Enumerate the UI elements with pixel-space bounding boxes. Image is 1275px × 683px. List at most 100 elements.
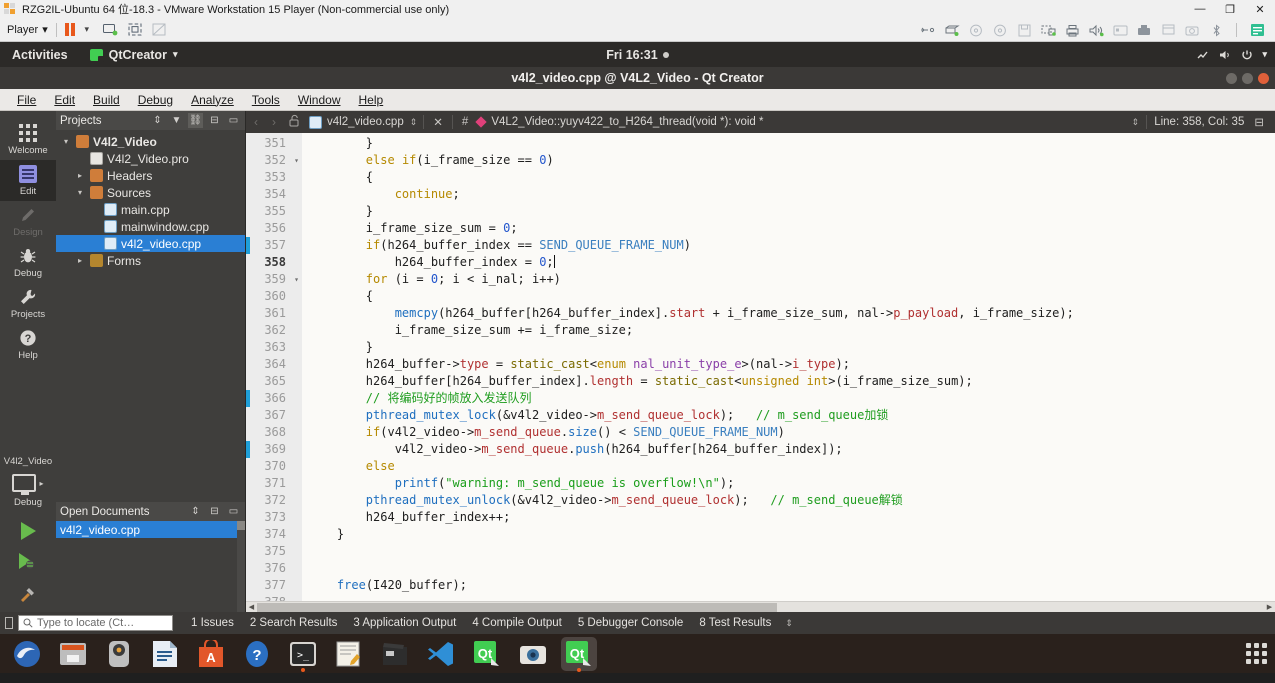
tree-item-sources[interactable]: ▾ Sources (56, 184, 245, 201)
open-documents-list[interactable]: v4l2_video.cpp (56, 521, 245, 612)
output-pane-issues[interactable]: 1 Issues (183, 617, 242, 629)
pause-dropdown-icon[interactable]: ▾ (78, 22, 96, 38)
filter-icon[interactable]: ▼ (169, 113, 184, 128)
code-line[interactable]: } (302, 203, 1275, 220)
scroll-left-icon[interactable]: ◀ (246, 603, 257, 611)
code-line[interactable] (302, 543, 1275, 560)
code-line[interactable]: if(h264_buffer_index == SEND_QUEUE_FRAME… (302, 237, 1275, 254)
kit-selector-button[interactable]: ▸ Debug (0, 469, 56, 512)
vmware-close-button[interactable]: ✕ (1245, 0, 1275, 18)
fullscreen-icon[interactable] (126, 22, 144, 38)
dock-item-qt-assistant[interactable]: Qt (469, 637, 505, 671)
code-line[interactable]: } (302, 135, 1275, 152)
code-line[interactable]: free(I420_buffer); (302, 577, 1275, 594)
code-line[interactable]: // 将编码好的帧放入发送队列 (302, 390, 1275, 407)
camera-icon[interactable] (1183, 22, 1201, 38)
player-menu-button[interactable]: Player ▾ (7, 23, 48, 37)
dock-item-cheese[interactable] (515, 637, 551, 671)
sidebar-item-edit[interactable]: Edit (0, 160, 56, 201)
code-line[interactable]: h264_buffer_index++; (302, 509, 1275, 526)
sort-icon[interactable]: ⇕ (188, 504, 203, 519)
notes-icon[interactable] (1248, 22, 1266, 38)
smartcard-icon[interactable] (1111, 22, 1129, 38)
unlocked-icon[interactable] (286, 114, 303, 130)
link-icon[interactable]: ⛓ (188, 113, 203, 128)
maximize-icon[interactable] (1242, 72, 1253, 84)
file-selector-combo[interactable]: v4l2_video.cpp (309, 115, 404, 129)
code-line[interactable]: if(v4l2_video->m_send_queue.size() < SEN… (302, 424, 1275, 441)
code-line[interactable]: v4l2_video->m_send_queue.push(h264_buffe… (302, 441, 1275, 458)
output-pane-compile-output[interactable]: 4 Compile Output (464, 617, 570, 629)
code-line[interactable]: { (302, 169, 1275, 186)
code-line[interactable]: h264_buffer_index = 0; (302, 254, 1275, 271)
tree-item-v4l2-video-pro[interactable]: V4l2_Video.pro (56, 150, 245, 167)
close-icon[interactable] (1258, 72, 1269, 84)
code-line[interactable]: printf("warning: m_send_queue is overflo… (302, 475, 1275, 492)
code-line[interactable]: pthread_mutex_unlock(&v4l2_video->m_send… (302, 492, 1275, 509)
panel-clock[interactable]: Fri 16:31 (0, 48, 1275, 62)
symbol-selector-combo[interactable]: V4L2_Video::yuyv422_to_H264_thread(void … (491, 116, 763, 128)
minimize-icon[interactable] (1226, 72, 1237, 84)
output-pane-application-output[interactable]: 3 Application Output (345, 617, 464, 629)
sidebar-item-projects[interactable]: Projects (0, 283, 56, 324)
split-icon[interactable]: ⊟ (1251, 115, 1267, 129)
hash-icon[interactable]: # (459, 116, 471, 128)
cd-drive-icon[interactable] (967, 22, 985, 38)
line-col-indicator[interactable]: Line: 358, Col: 35 (1154, 116, 1244, 128)
locator-input[interactable]: Type to locate (Ct… (18, 615, 173, 631)
split-icon[interactable]: ⊟ (207, 113, 222, 128)
hdd-icon[interactable] (1159, 22, 1177, 38)
chevron-right-icon[interactable]: ▸ (74, 256, 86, 265)
code-line[interactable]: h264_buffer[h264_buffer_index].length = … (302, 373, 1275, 390)
code-line[interactable]: } (302, 339, 1275, 356)
dock-item-text-editor[interactable] (331, 637, 367, 671)
app-menu-button[interactable]: QtCreator ▾ (89, 48, 177, 62)
code-line[interactable]: continue; (302, 186, 1275, 203)
show-applications-icon[interactable] (1246, 643, 1267, 664)
sort-icon[interactable]: ⇕ (150, 113, 165, 128)
dock-item-terminal[interactable]: >_ (285, 637, 321, 671)
code-line[interactable]: for (i = 0; i < i_nal; i++) (302, 271, 1275, 288)
chevron-down-icon[interactable]: ▾ (60, 137, 72, 146)
close-icon[interactable]: ▭ (226, 504, 241, 519)
sidebar-item-design[interactable]: Design (0, 201, 56, 242)
sound-icon[interactable] (1087, 22, 1105, 38)
sidebar-item-help[interactable]: ? Help (0, 324, 56, 365)
printer-icon[interactable] (1063, 22, 1081, 38)
code-text[interactable]: } else if(i_frame_size == 0) { continue;… (302, 133, 1275, 601)
code-line[interactable]: pthread_mutex_lock(&v4l2_video->m_send_q… (302, 407, 1275, 424)
fold-toggle-icon[interactable]: ▾ (294, 271, 299, 288)
close-document-button[interactable]: ✕ (430, 115, 446, 129)
tree-item-headers[interactable]: ▸ Headers (56, 167, 245, 184)
activities-button[interactable]: Activities (12, 48, 68, 62)
menu-window[interactable]: Window (289, 91, 350, 109)
floppy-icon[interactable] (1015, 22, 1033, 38)
tree-item-mainwindow-cpp[interactable]: mainwindow.cpp (56, 218, 245, 235)
vmware-maximize-button[interactable]: ❐ (1215, 0, 1245, 18)
go-back-button[interactable]: ‹ (250, 115, 262, 129)
dock-item-thunderbird[interactable] (55, 637, 91, 671)
network2-icon[interactable] (1039, 22, 1057, 38)
tree-item-main-cpp[interactable]: main.cpp (56, 201, 245, 218)
unity-mode-icon[interactable] (150, 22, 168, 38)
tree-item-v4l2-video[interactable]: ▾ V4l2_Video (56, 133, 245, 150)
menu-help[interactable]: Help (350, 91, 393, 109)
code-line[interactable]: else if(i_frame_size == 0) (302, 152, 1275, 169)
tree-item-forms[interactable]: ▸ Forms (56, 252, 245, 269)
network-icon[interactable] (943, 22, 961, 38)
usb-icon[interactable] (1135, 22, 1153, 38)
project-tree[interactable]: ▾ V4l2_Video V4l2_Video.pro ▸ Headers ▾ Source… (56, 130, 245, 502)
vmware-minimize-button[interactable]: — (1185, 0, 1215, 18)
menu-edit[interactable]: Edit (45, 91, 84, 109)
dock-item-vscode[interactable] (423, 637, 459, 671)
code-line[interactable]: { (302, 288, 1275, 305)
symbol-combo-spin-icon[interactable]: ⇕ (1132, 117, 1140, 128)
dock-item-firefox[interactable] (9, 637, 45, 671)
menu-debug[interactable]: Debug (129, 91, 182, 109)
dock-item-video-editor[interactable] (377, 637, 413, 671)
suspend-icon[interactable] (102, 22, 120, 38)
dock-item-libreoffice-writer[interactable] (147, 637, 183, 671)
panel-status-menu[interactable]: ▾ (1197, 49, 1267, 61)
menu-analyze[interactable]: Analyze (182, 91, 243, 109)
tree-item-v4l2-video-cpp[interactable]: v4l2_video.cpp (56, 235, 245, 252)
